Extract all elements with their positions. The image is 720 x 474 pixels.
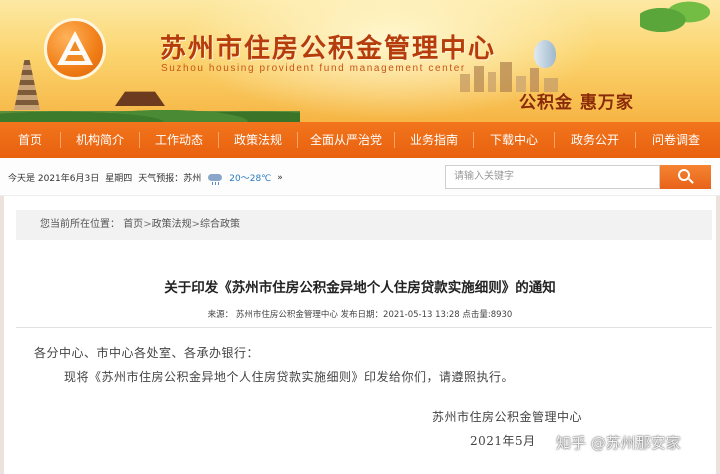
article-signature: 苏州市住房公积金管理中心 xyxy=(432,410,583,424)
nav-item-about[interactable]: 机构简介 xyxy=(61,122,139,158)
nav-divider xyxy=(60,132,61,148)
forecast-more-link[interactable]: » xyxy=(277,173,283,183)
content-frame-left xyxy=(0,196,4,474)
trees-illustration xyxy=(0,98,300,122)
breadcrumb-separator: > xyxy=(191,219,200,230)
balloon-illustration xyxy=(534,40,556,68)
nav-item-guide[interactable]: 业务指南 xyxy=(395,122,473,158)
article-meta: 来源： 苏州市住房公积金管理中心 发布日期：2021-05-13 13:28 点… xyxy=(207,310,513,320)
site-title: 苏州市住房公积金管理中心 xyxy=(160,34,497,64)
nav-item-policy[interactable]: 政策法规 xyxy=(219,122,297,158)
breadcrumb-prefix: 您当前所在位置： xyxy=(40,219,120,230)
nav-item-public-affairs[interactable]: 政务公开 xyxy=(555,122,635,158)
nav-divider xyxy=(139,132,140,148)
site-banner: 苏州市住房公积金管理中心 Suzhou housing provident fu… xyxy=(0,0,720,122)
search-input[interactable]: 请输入关键字 xyxy=(445,165,660,189)
site-logo[interactable] xyxy=(44,18,106,80)
article-divider xyxy=(16,327,712,328)
search-icon-handle xyxy=(688,178,694,184)
leaf-illustration xyxy=(640,0,710,36)
nav-item-news[interactable]: 工作动态 xyxy=(140,122,218,158)
article-salutation: 各分中心、市中心各处室、各承办银行： xyxy=(34,346,260,360)
rain-cloud-icon xyxy=(207,172,223,185)
nav-item-downloads[interactable]: 下载中心 xyxy=(474,122,554,158)
current-date: 今天是 2021年6月3日 xyxy=(8,174,100,184)
site-subtitle: Suzhou housing provident fund management… xyxy=(161,63,466,74)
search-button[interactable] xyxy=(660,165,711,189)
article-body: 现将《苏州市住房公积金异地个人住房贷款实施细则》印发给你们，请遵照执行。 xyxy=(64,370,515,384)
nav-divider xyxy=(635,132,636,148)
nav-divider xyxy=(473,132,474,148)
watermark: 知乎 @苏州那安家 xyxy=(556,434,681,452)
banner-slogan: 公积金 惠万家 xyxy=(519,93,634,113)
main-nav: 首页 机构简介 工作动态 政策法规 全面从严治党 业务指南 下载中心 政务公开 … xyxy=(0,122,720,158)
breadcrumb: 您当前所在位置： 首页>政策法规>综合政策 xyxy=(16,210,712,240)
article-date: 2021年5月 xyxy=(470,434,536,448)
breadcrumb-general-policy[interactable]: 综合政策 xyxy=(200,219,240,230)
nav-item-survey[interactable]: 问卷调查 xyxy=(636,122,716,158)
logo-emblem-icon xyxy=(57,31,93,65)
breadcrumb-home[interactable]: 首页 xyxy=(123,219,143,230)
nav-item-party[interactable]: 全面从严治党 xyxy=(298,122,394,158)
content-frame-right xyxy=(716,196,720,474)
nav-divider xyxy=(554,132,555,148)
nav-divider xyxy=(218,132,219,148)
nav-divider xyxy=(394,132,395,148)
forecast-label: 天气预报： xyxy=(138,174,184,184)
current-weekday: 星期四 xyxy=(105,174,133,184)
breadcrumb-separator: > xyxy=(143,219,152,230)
forecast-city: 苏州 xyxy=(183,174,202,184)
forecast-temperature: 20～28℃ xyxy=(229,174,272,184)
nav-item-home[interactable]: 首页 xyxy=(0,122,60,158)
nav-divider xyxy=(297,132,298,148)
article-title: 关于印发《苏州市住房公积金异地个人住房贷款实施细则》的通知 xyxy=(164,280,556,296)
date-weather: 今天是 2021年6月3日 星期四 天气预报： 苏州 20～28℃ » xyxy=(8,171,283,185)
breadcrumb-policy[interactable]: 政策法规 xyxy=(152,219,192,230)
